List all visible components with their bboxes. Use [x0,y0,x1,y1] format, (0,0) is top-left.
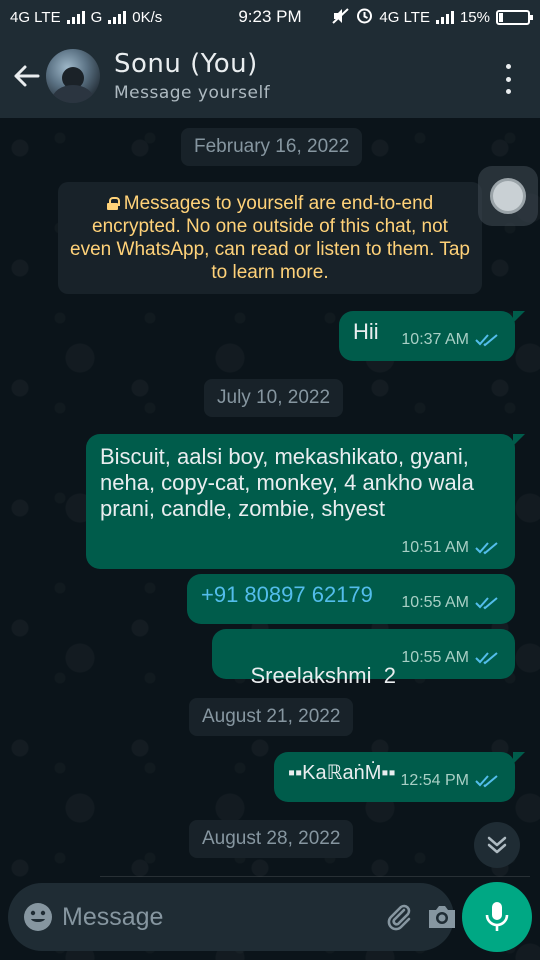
message-bubble[interactable]: Sreelakshmi 2 10:55 AM [212,629,515,688]
arrow-left-icon [14,65,40,87]
message-meta: 10:55 AM [401,590,501,616]
voice-message-button[interactable] [462,882,532,952]
message-time: 10:51 AM [401,539,469,556]
network-speed: 0K/s [132,8,163,26]
lock-icon [106,197,120,210]
message-meta: 10:51 AM [401,535,501,561]
message-text: Biscuit, aalsi boy, mekashikato, gyani, … [100,444,474,521]
date-chip: August 28, 2022 [189,820,354,858]
emoji-button[interactable] [22,895,54,939]
battery-icon [496,9,533,25]
chat-header: Sonu (You) Message yourself [0,34,540,118]
emoji-icon [24,903,52,931]
message-meta: 10:55 AM [401,645,501,671]
more-options-button[interactable] [498,64,518,94]
contact-subtitle: Message yourself [114,83,271,103]
network-label-3: 4G LTE [379,8,430,26]
contact-info[interactable]: Sonu (You) Message yourself [114,49,270,103]
double-tick-icon [475,334,498,347]
phone-number-link[interactable]: +91 80897 62179 [201,582,373,607]
message-meta: 12:54 PM [401,768,501,794]
battery-percent: 15% [459,8,490,26]
message-bubble[interactable]: Hii 10:37 AM [339,311,525,361]
mute-icon [332,7,350,27]
signal-icon-3 [435,10,454,24]
status-right: 4G LTE 15% [332,7,533,27]
avatar[interactable] [46,49,100,103]
scroll-to-bottom-button[interactable] [474,822,520,868]
message-time: 12:54 PM [400,772,469,789]
network-label-2: G [90,8,103,26]
encryption-notice[interactable]: Messages to yourself are end-to-end encr… [58,182,482,294]
date-chip: February 16, 2022 [181,128,363,166]
more-vert-icon [505,64,511,69]
network-label: 4G LTE [10,8,61,26]
message-input[interactable] [62,902,384,932]
paperclip-icon [387,904,411,931]
message-time: 10:55 AM [401,594,469,611]
signal-icon-2 [108,10,127,24]
message-meta: 10:37 AM [401,327,501,353]
message-text: Hii [353,319,379,344]
message-time: 10:55 AM [401,649,469,666]
double-chevron-down-icon [487,836,507,854]
double-tick-icon [475,542,498,555]
date-chip: July 10, 2022 [204,379,344,417]
double-tick-icon [475,775,498,788]
message-bubble[interactable]: ▪▪KaℝaṅṀ▪▪ 12:54 PM [274,752,525,802]
chat-area[interactable]: February 16, 2022 Messages to yourself a… [0,118,540,960]
status-bar: 4G LTE G 0K/s 9:23 PM 4G LTE 15% [0,0,540,34]
date-chip: August 21, 2022 [189,698,354,736]
alarm-icon [356,7,373,27]
camera-button[interactable] [426,895,458,939]
status-left: 4G LTE G 0K/s [10,9,162,26]
divider [100,876,530,877]
double-tick-icon [475,597,498,610]
encryption-notice-text: Messages to yourself are end-to-end encr… [70,193,470,283]
message-text: ▪▪KaℝaṅṀ▪▪ [288,762,396,784]
message-composer [8,883,455,951]
camera-icon [429,906,455,928]
message-bubble[interactable]: Biscuit, aalsi boy, mekashikato, gyani, … [86,434,525,569]
floating-assist-button[interactable] [478,166,538,226]
assist-dot-icon [490,178,526,214]
message-bubble[interactable]: +91 80897 62179 10:55 AM [187,574,515,624]
signal-icon [66,10,85,24]
microphone-icon [485,902,509,931]
double-tick-icon [475,652,498,665]
message-time: 10:37 AM [401,331,469,348]
attach-button[interactable] [384,895,414,939]
message-text: Sreelakshmi 2 [250,663,396,688]
back-button[interactable] [6,56,46,96]
contact-name: Sonu (You) [114,49,258,79]
